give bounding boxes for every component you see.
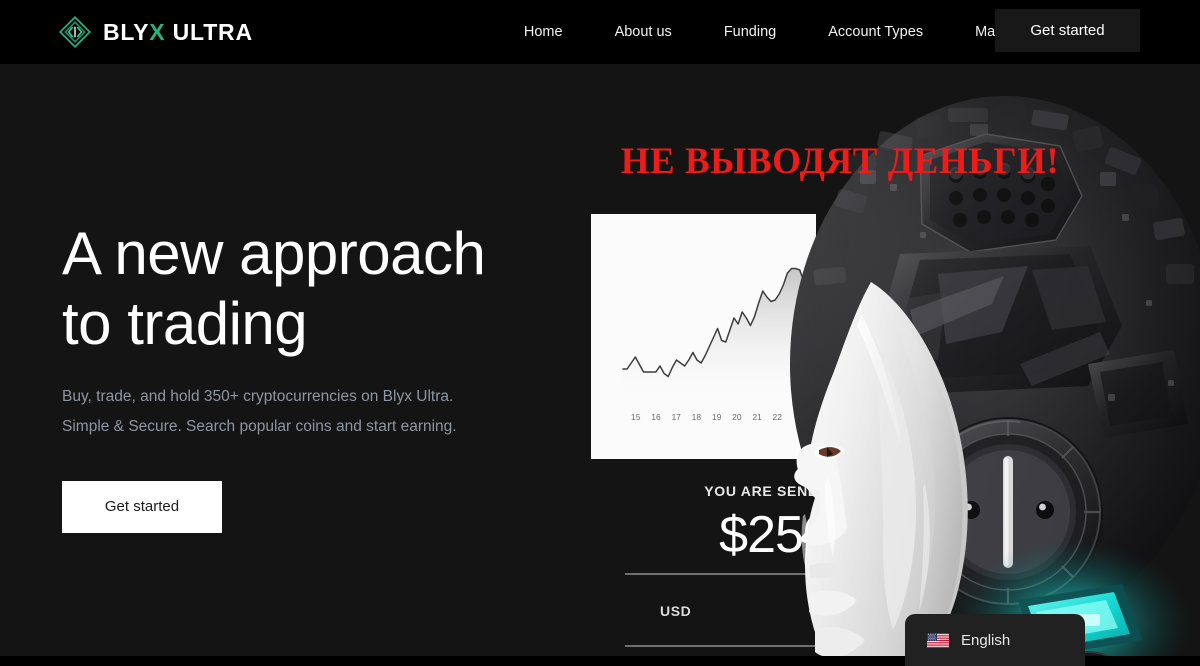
- chart-tick: 17: [671, 412, 681, 422]
- language-label: English: [961, 631, 1011, 649]
- chart-tick: 20: [732, 412, 742, 422]
- chart-tick: 16: [651, 412, 661, 422]
- chart-tick: 19: [711, 412, 722, 422]
- hero-title: A new approach to trading: [62, 219, 532, 358]
- brand-logo[interactable]: BLYX ULTRA: [58, 15, 253, 49]
- warning-banner: НЕ ВЫВОДЯТ ДЕНЬГИ!: [620, 141, 1060, 182]
- hero-title-line-1: A new approach: [62, 220, 486, 287]
- hero-title-line-2: to trading: [62, 289, 308, 357]
- nav-item-account-types[interactable]: Account Types: [802, 24, 949, 40]
- chart-tick: 18: [691, 412, 702, 422]
- white-mask-face: [775, 274, 1005, 656]
- hero-section: A new approach to trading Buy, trade, an…: [0, 64, 1200, 656]
- hero-copy: A new approach to trading Buy, trade, an…: [62, 219, 532, 533]
- main-navigation: Home About us Funding Account Types Mark…: [498, 24, 1053, 40]
- hero-subtitle: Buy, trade, and hold 350+ cryptocurrenci…: [62, 382, 532, 442]
- language-selector[interactable]: English: [905, 614, 1085, 666]
- chart-tick: 15: [631, 412, 641, 422]
- us-flag-icon: [927, 632, 949, 648]
- site-header: BLYX ULTRA Home About us Funding Account…: [0, 0, 1200, 64]
- brand-name: BLYX ULTRA: [103, 18, 253, 45]
- nav-item-about-us[interactable]: About us: [589, 24, 698, 40]
- nav-item-funding[interactable]: Funding: [698, 24, 802, 40]
- nav-item-home[interactable]: Home: [498, 24, 589, 40]
- hero-subtitle-line-2: Simple & Secure. Search popular coins an…: [62, 418, 457, 436]
- chart-tick: 21: [752, 412, 762, 422]
- hero-get-started-button[interactable]: Get started: [62, 480, 222, 533]
- diamond-chevron-logo-icon: [58, 15, 92, 49]
- hero-subtitle-line-1: Buy, trade, and hold 350+ cryptocurrenci…: [62, 388, 454, 406]
- header-get-started-button[interactable]: Get started: [995, 9, 1140, 52]
